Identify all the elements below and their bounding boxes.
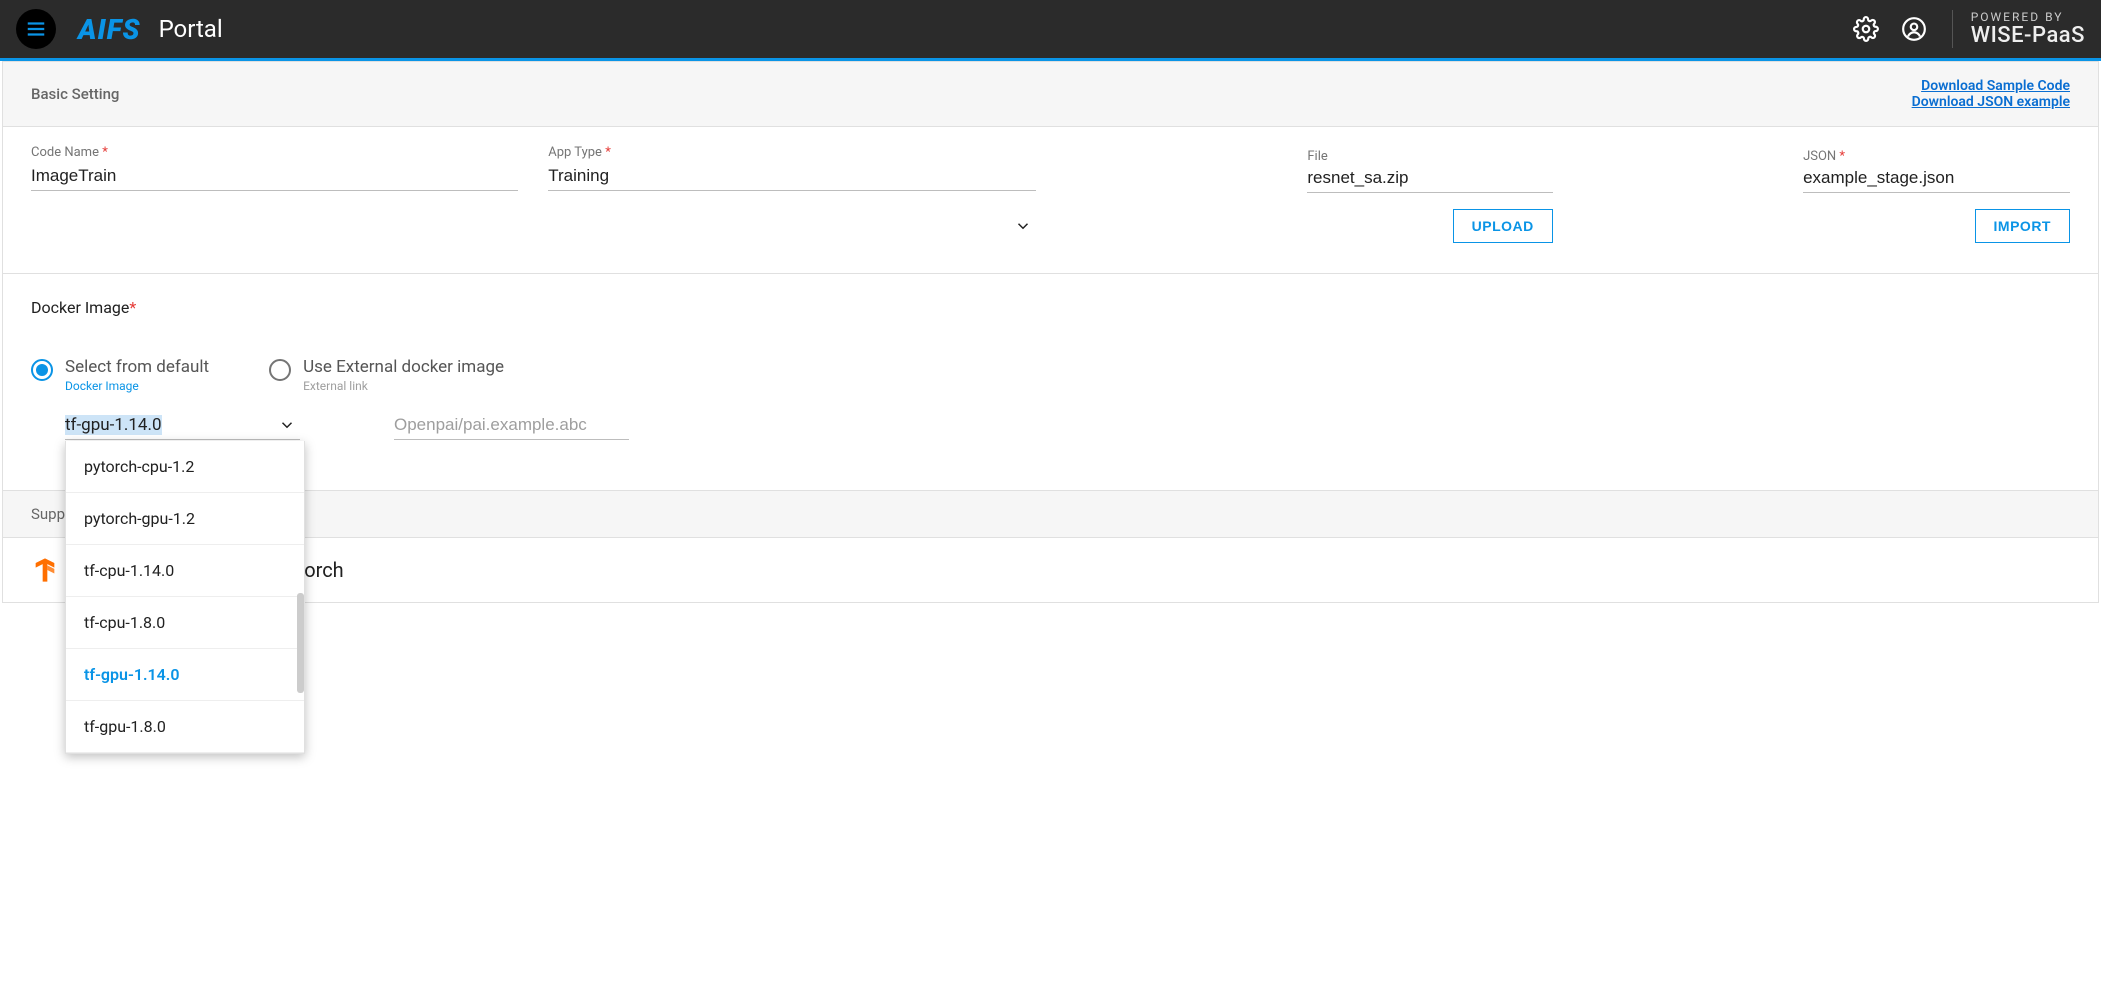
- dropdown-option-active[interactable]: tf-gpu-1.14.0: [66, 649, 304, 701]
- external-link-input[interactable]: [394, 411, 629, 440]
- radio-external-label: Use External docker image: [303, 357, 504, 377]
- radio-default-label: Select from default: [65, 357, 209, 377]
- basic-setting-panel: Basic Setting Download Sample Code Downl…: [2, 61, 2099, 603]
- json-field: JSON * IMPORT: [1583, 145, 2070, 243]
- download-json-example-link[interactable]: Download JSON example: [1912, 94, 2070, 110]
- hamburger-icon: [25, 18, 47, 40]
- account-button[interactable]: [1900, 15, 1928, 43]
- file-input[interactable]: [1307, 164, 1552, 193]
- upload-button[interactable]: UPLOAD: [1453, 209, 1553, 243]
- panel-links: Download Sample Code Download JSON examp…: [1912, 78, 2070, 110]
- dropdown-option[interactable]: tf-gpu-1.8.0: [66, 701, 304, 753]
- download-sample-code-link[interactable]: Download Sample Code: [1912, 78, 2070, 94]
- radio-circle-default[interactable]: [31, 359, 53, 381]
- radio-use-external[interactable]: Use External docker image External link: [269, 357, 504, 393]
- wise-paas-label: WISE-PaaS: [1971, 25, 2085, 47]
- brand-logo: AIFS: [78, 13, 141, 46]
- supported-frameworks-header: Suppo: [3, 490, 2098, 538]
- radio-circle-external[interactable]: [269, 359, 291, 381]
- radio-select-default[interactable]: Select from default Docker Image: [31, 357, 209, 393]
- basic-setting-title: Basic Setting: [31, 85, 119, 103]
- basic-fields-row: Code Name * App Type * File UPLOAD JSON …: [3, 127, 2098, 273]
- app-header: AIFS Portal POWERED BY WISE-PaaS: [0, 0, 2101, 58]
- portal-label: Portal: [159, 15, 223, 43]
- file-label: File: [1307, 149, 1327, 164]
- chevron-down-icon: [1014, 217, 1032, 235]
- code-name-field: Code Name *: [31, 145, 518, 243]
- json-label: JSON *: [1803, 149, 1845, 164]
- import-button[interactable]: IMPORT: [1975, 209, 2070, 243]
- scrollbar-thumb[interactable]: [297, 593, 304, 693]
- file-field: File UPLOAD: [1066, 145, 1553, 243]
- code-name-label: Code Name *: [31, 145, 518, 160]
- dropdown-option[interactable]: tf-cpu-1.14.0: [66, 545, 304, 597]
- docker-inputs-row: tf-gpu-1.14.0 pytorch-cpu-1.2 pytorch-gp…: [31, 411, 2070, 440]
- dropdown-option[interactable]: pytorch-cpu-1.2: [66, 441, 304, 493]
- tensorflow-icon: [31, 556, 59, 584]
- powered-by-block: POWERED BY WISE-PaaS: [1971, 11, 2085, 46]
- dropdown-option[interactable]: tf-cpu-1.8.0: [66, 597, 304, 649]
- hamburger-menu-button[interactable]: [16, 9, 56, 49]
- frameworks-row: eras PyTorch: [3, 538, 2098, 602]
- app-type-field: App Type *: [548, 145, 1035, 243]
- radio-default-sublabel: Docker Image: [65, 379, 209, 393]
- radio-external-sublabel: External link: [303, 379, 504, 393]
- docker-image-dropdown: pytorch-cpu-1.2 pytorch-gpu-1.2 tf-cpu-1…: [65, 441, 305, 754]
- app-type-select[interactable]: [548, 162, 1035, 191]
- dropdown-option[interactable]: pytorch-gpu-1.2: [66, 493, 304, 545]
- user-circle-icon: [1901, 16, 1927, 42]
- basic-setting-header: Basic Setting Download Sample Code Downl…: [3, 62, 2098, 127]
- docker-image-section: Docker Image* Select from default Docker…: [3, 273, 2098, 490]
- json-input[interactable]: [1803, 164, 2070, 193]
- header-divider: [1952, 10, 1953, 48]
- docker-image-title: Docker Image*: [31, 298, 2070, 317]
- gear-icon: [1853, 16, 1879, 42]
- external-link-field: [394, 411, 629, 440]
- docker-image-selected-value[interactable]: tf-gpu-1.14.0: [65, 411, 300, 440]
- settings-button[interactable]: [1852, 15, 1880, 43]
- code-name-input[interactable]: [31, 162, 518, 191]
- framework-tensorflow: [31, 556, 59, 584]
- app-type-label: App Type *: [548, 145, 1035, 160]
- docker-radio-row: Select from default Docker Image Use Ext…: [31, 357, 2070, 393]
- docker-image-select[interactable]: tf-gpu-1.14.0 pytorch-cpu-1.2 pytorch-gp…: [65, 411, 300, 440]
